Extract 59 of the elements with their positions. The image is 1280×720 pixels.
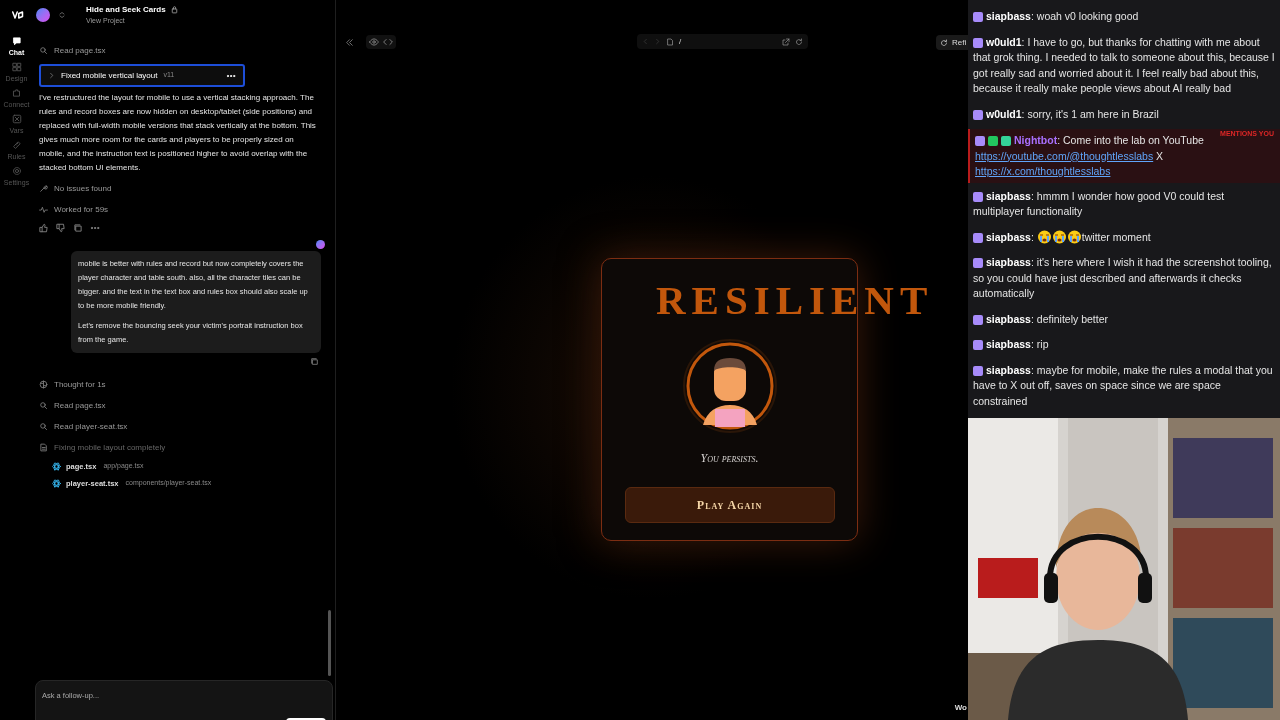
crying-emote-icon [1066, 229, 1082, 244]
chat-message: siapbass: definitely better [973, 311, 1275, 327]
refresh-button[interactable]: Refi [936, 35, 968, 50]
wrench-icon [39, 184, 48, 193]
search-icon [39, 46, 48, 55]
chat-link[interactable]: https://x.com/thoughtlesslabs [975, 165, 1111, 177]
chat-message: w0uld1: sorry, it's 1 am here in Brazil [973, 106, 1275, 122]
variable-icon [11, 114, 22, 124]
chevron-right-icon [48, 72, 55, 79]
user-avatar [316, 240, 325, 249]
pulse-icon [39, 205, 48, 214]
url-path: / [679, 35, 682, 48]
result-caption: You persists. [700, 450, 759, 467]
step-label: Read page.tsx [54, 44, 106, 57]
code-icon[interactable] [383, 37, 393, 47]
search-icon [39, 401, 48, 410]
chat-message: siapbass: rip [973, 337, 1275, 353]
step-label: Read page.tsx [54, 399, 106, 412]
step-label: Read player-seat.tsx [54, 420, 128, 433]
version-title: Fixed mobile vertical layout [61, 69, 158, 82]
project-title[interactable]: Hide and Seek Cards [86, 4, 166, 15]
eye-icon[interactable] [369, 37, 379, 47]
chat-message: w0uld1: I have to go, but thanks for chatting with me about that grok thing. I needed to talk to someone about this, because I got really sad and worried about it. I feel really bad about this, because it really make people views about AI really bad [973, 34, 1275, 96]
chevron-up-down-icon[interactable] [58, 10, 66, 20]
step-label: Worked for 59s [54, 203, 109, 216]
file-icon [39, 443, 48, 452]
chat-message: siapbass: maybe for mobile, make the rules a modal that you have to X out off, saves on space since we are space constrained [973, 362, 1274, 409]
external-link-icon[interactable] [782, 37, 790, 46]
thumbs-up-icon[interactable] [39, 223, 49, 233]
workspace-avatar[interactable] [36, 8, 50, 22]
step-label: Thought for 1s [54, 378, 106, 391]
chat-message: siapbass: hmmm I wonder how good V0 could test multiplayer functionality [973, 188, 1226, 219]
scrollbar[interactable] [328, 610, 331, 676]
step-label: Fixing mobile layout completely [54, 441, 166, 454]
copy-icon[interactable] [310, 357, 319, 366]
chat-message: siapbass: twitter moment [973, 229, 1275, 245]
chat-message: Nightbot: Come into the lab on YouTube https://youtube.com/@thoughtlesslabs X https://x.com/thoughtlesslabs [975, 133, 1205, 179]
chat-icon [11, 36, 22, 46]
page-icon [666, 37, 674, 46]
chat-message: siapbass: it's here where I wish it had the screenshot tooling, so you could have just described and afterwards it checks automatically [973, 255, 1273, 301]
chat-message: siapbass: woah v0 looking good [973, 9, 1275, 25]
grid-icon [11, 62, 22, 72]
lock-icon [169, 5, 179, 14]
thumbs-down-icon[interactable] [56, 223, 66, 233]
chat-link[interactable]: https://youtube.com/@thoughtlesslabs [975, 149, 1154, 162]
crying-emote-icon [1051, 229, 1067, 244]
copy-icon[interactable] [73, 223, 83, 233]
collapse-icon[interactable] [345, 37, 354, 47]
play-again-button[interactable]: Play Again [624, 487, 835, 523]
settings-icon [11, 166, 22, 176]
step-label: No issues found [54, 182, 112, 195]
search-icon [39, 422, 48, 431]
refresh-icon [940, 38, 948, 47]
ruler-icon [11, 140, 22, 150]
refresh-icon[interactable] [795, 37, 803, 46]
assistant-reply: I've restructured the layout for mobile to use a vertical stacking approach. The rules and record boxes are now hidden on desktop/tablet (side positions) and replaced with full-width mobile versions that stack vertically at the bottom. This gives much more room for the cards and players to be properly sized on mobile, and the instruction text is positioned higher to avoid overlap with the stacked bottom UI elements. [39, 92, 317, 174]
corner-label: Wo [954, 702, 967, 714]
crying-emote-icon [1036, 229, 1052, 244]
url-bar[interactable]: / [637, 34, 808, 49]
